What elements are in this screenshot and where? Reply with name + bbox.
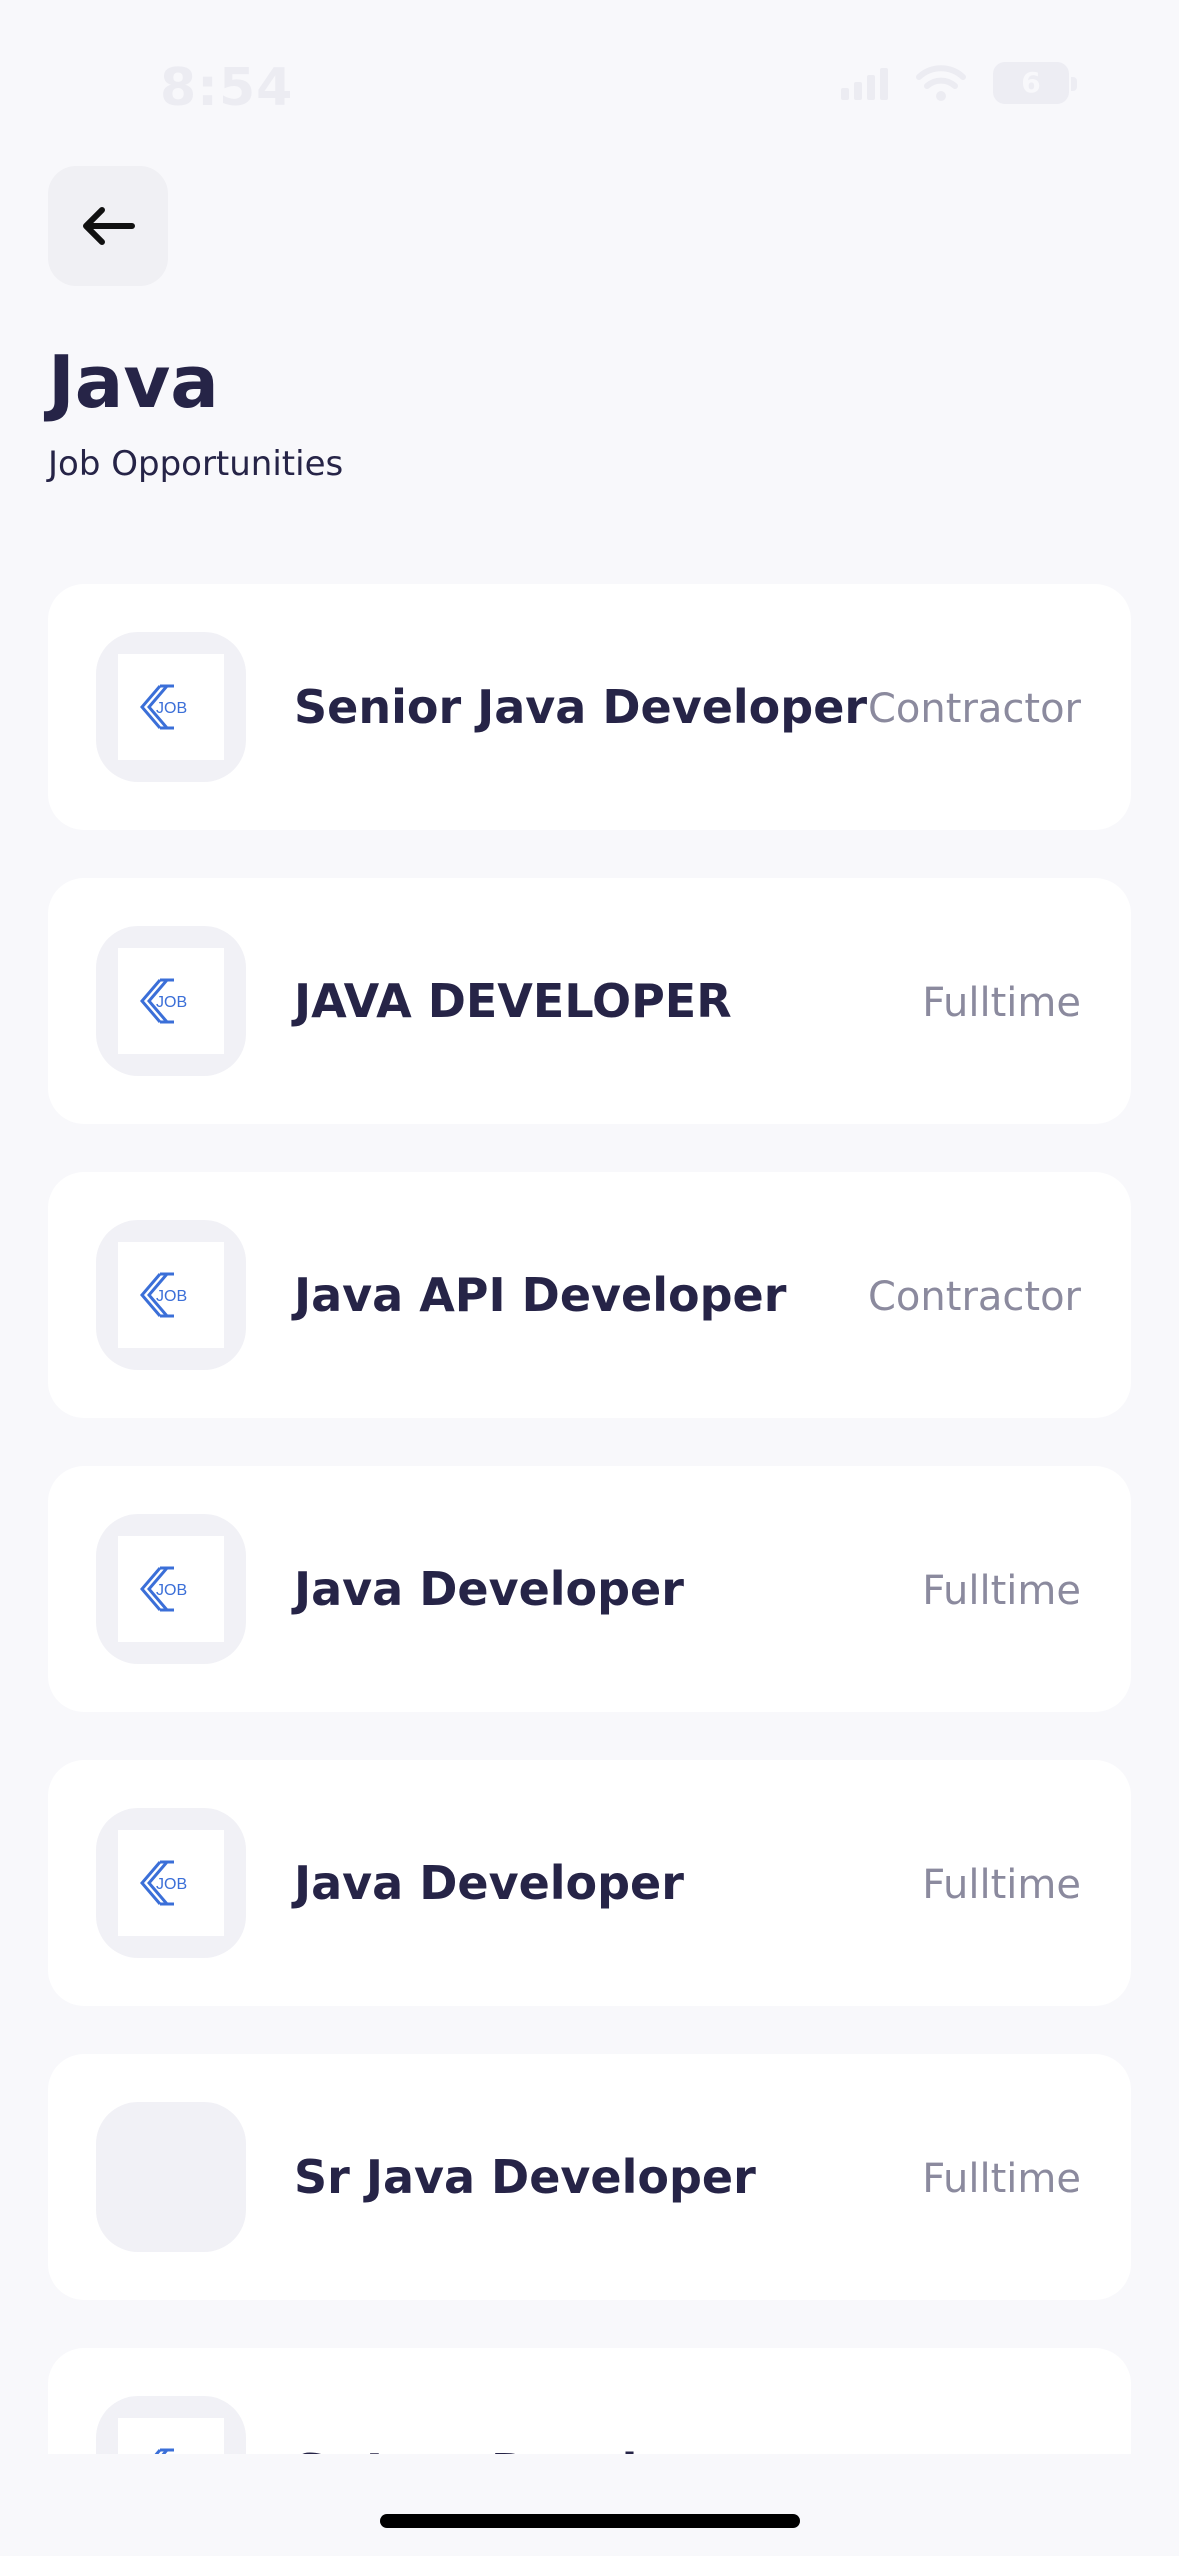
job-type: Fulltime bbox=[922, 2156, 1081, 2202]
battery-icon: 6 bbox=[993, 62, 1077, 104]
company-logo-tile: JOB bbox=[96, 632, 246, 782]
company-logo-tile: JOB bbox=[96, 1220, 246, 1370]
job-type: Contractor bbox=[868, 686, 1081, 732]
job-logo-icon: JOB bbox=[140, 1272, 187, 1318]
job-logo-icon: JOB bbox=[140, 1566, 187, 1612]
job-title: Java Developer bbox=[294, 1562, 684, 1616]
job-opportunities-screen: 8:54 6 Java Job Opportunities JOB Senior… bbox=[0, 0, 1179, 2556]
wifi-icon bbox=[916, 65, 966, 101]
company-logo-tile: JOB bbox=[96, 926, 246, 1076]
job-type: Fulltime bbox=[922, 980, 1081, 1026]
page-subtitle: Job Opportunities bbox=[48, 444, 344, 484]
company-logo-tile: JOB bbox=[96, 1514, 246, 1664]
back-button[interactable] bbox=[48, 166, 168, 286]
job-card[interactable]: JOB Java Developer Fulltime bbox=[48, 1760, 1131, 2006]
company-logo: JOB bbox=[118, 1536, 224, 1642]
company-logo-tile: JOB bbox=[96, 1808, 246, 1958]
battery-level: 6 bbox=[1021, 66, 1041, 99]
job-logo-text: JOB bbox=[156, 1582, 187, 1599]
job-logo-text: JOB bbox=[156, 1288, 187, 1305]
arrow-left-icon bbox=[83, 207, 135, 245]
job-card[interactable]: JOB Senior Java Developer Contractor bbox=[48, 584, 1131, 830]
home-indicator[interactable] bbox=[380, 2514, 800, 2528]
job-card[interactable]: JOB Sr Java Developer bbox=[48, 2348, 1131, 2454]
job-card[interactable]: JOB Java API Developer Contractor bbox=[48, 1172, 1131, 1418]
job-logo-text: JOB bbox=[156, 994, 187, 1011]
company-logo: JOB bbox=[118, 1830, 224, 1936]
job-title: Java API Developer bbox=[294, 1268, 787, 1322]
status-time: 8:54 bbox=[160, 58, 294, 118]
job-logo-text: JOB bbox=[156, 700, 187, 717]
job-list: JOB Senior Java Developer Contractor JOB… bbox=[48, 584, 1131, 2454]
job-type: Contractor bbox=[868, 1274, 1081, 1320]
company-logo: JOB bbox=[118, 2418, 224, 2454]
job-title: Senior Java Developer bbox=[294, 680, 868, 734]
company-logo-tile bbox=[96, 2102, 246, 2252]
job-card[interactable]: Sr Java Developer Fulltime bbox=[48, 2054, 1131, 2300]
job-title: Sr Java Developer bbox=[294, 2348, 756, 2454]
signal-icon bbox=[841, 68, 888, 100]
job-card[interactable]: JOB JAVA DEVELOPER Fulltime bbox=[48, 878, 1131, 1124]
job-type: Fulltime bbox=[922, 1862, 1081, 1908]
company-logo: JOB bbox=[118, 948, 224, 1054]
job-logo-icon: JOB bbox=[140, 1860, 187, 1906]
company-logo: JOB bbox=[118, 654, 224, 760]
job-logo-icon: JOB bbox=[140, 684, 187, 730]
status-icons: 6 bbox=[841, 62, 1077, 104]
company-logo-tile: JOB bbox=[96, 2396, 246, 2454]
company-logo: JOB bbox=[118, 1242, 224, 1348]
job-logo-text: JOB bbox=[156, 1876, 187, 1893]
job-card[interactable]: JOB Java Developer Fulltime bbox=[48, 1466, 1131, 1712]
job-title: Sr Java Developer bbox=[294, 2150, 756, 2204]
job-title: Java Developer bbox=[294, 1856, 684, 1910]
job-title: JAVA DEVELOPER bbox=[294, 974, 732, 1028]
job-type: Fulltime bbox=[922, 1568, 1081, 1614]
job-logo-icon: JOB bbox=[154, 2448, 174, 2454]
job-logo-icon: JOB bbox=[140, 978, 187, 1024]
status-bar: 8:54 6 bbox=[0, 0, 1179, 170]
page-title: Java bbox=[48, 340, 219, 424]
